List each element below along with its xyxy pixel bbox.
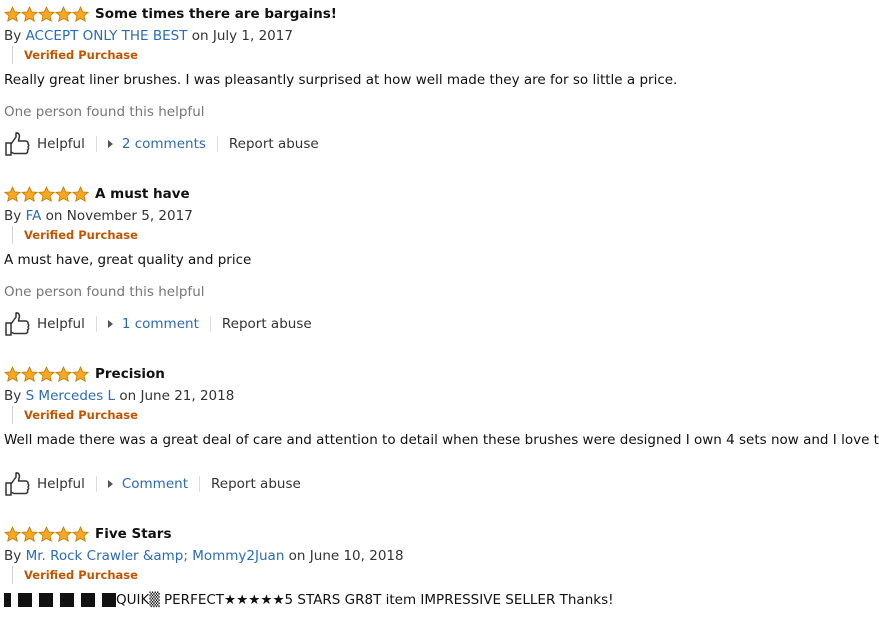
star-icon — [4, 6, 21, 23]
review-byline: By S Mercedes L on June 21, 2018 — [4, 386, 876, 406]
author-link[interactable]: S Mercedes L — [26, 388, 116, 404]
star-icon — [21, 186, 38, 203]
star-icon — [72, 186, 89, 203]
review-title[interactable]: Five Stars — [95, 526, 172, 542]
by-prefix: By — [4, 548, 22, 564]
review-title[interactable]: A must have — [95, 186, 190, 202]
review-body: QUIK▒ PERFECT★★★★★5 STARS GR8T item IMPR… — [116, 592, 614, 608]
author-link[interactable]: Mr. Rock Crawler &amp; Mommy2Juan — [26, 548, 285, 564]
star-icon — [38, 526, 55, 543]
review-date: on November 5, 2017 — [45, 208, 193, 224]
review-item: Precision By S Mercedes L on June 21, 20… — [4, 364, 879, 514]
star-icon — [4, 526, 21, 543]
divider — [209, 316, 211, 332]
author-link[interactable]: FA — [26, 208, 42, 224]
star-icon — [72, 526, 89, 543]
star-icon — [38, 186, 55, 203]
star-icon — [21, 526, 38, 543]
caret-right-icon — [107, 140, 113, 148]
caret-right-icon — [107, 480, 113, 488]
divider — [216, 136, 218, 152]
helpful-button[interactable]: Helpful — [37, 136, 85, 152]
verified-row: Verified Purchase — [12, 46, 876, 64]
by-prefix: By — [4, 208, 22, 224]
review-actions: Helpful Comment Report abuse — [4, 471, 301, 497]
star-icon — [4, 366, 21, 383]
review-title-row: Precision — [4, 364, 876, 384]
review-byline: By Mr. Rock Crawler &amp; Mommy2Juan on … — [4, 546, 876, 566]
review-byline: By FA on November 5, 2017 — [4, 206, 876, 226]
review-body: A must have, great quality and price — [4, 252, 252, 268]
star-icon — [21, 366, 38, 383]
report-abuse-link[interactable]: Report abuse — [211, 476, 301, 492]
divider — [95, 476, 97, 492]
star-icon — [72, 366, 89, 383]
review-item: Some times there are bargains! By ACCEPT… — [4, 4, 876, 174]
review-date: on June 10, 2018 — [288, 548, 404, 564]
star-icon — [55, 6, 72, 23]
verified-row: Verified Purchase — [12, 566, 876, 584]
review-body: Well made there was a great deal of care… — [4, 432, 879, 448]
star-icon — [38, 366, 55, 383]
checker-glyphs-icon — [4, 593, 116, 607]
review-byline: By ACCEPT ONLY THE BEST on July 1, 2017 — [4, 26, 876, 46]
review-title[interactable]: Precision — [95, 366, 165, 382]
author-link[interactable]: ACCEPT ONLY THE BEST — [26, 28, 188, 44]
report-abuse-link[interactable]: Report abuse — [222, 316, 312, 332]
caret-right-icon — [107, 320, 113, 328]
star-icon — [4, 186, 21, 203]
verified-row: Verified Purchase — [12, 406, 876, 424]
divider — [95, 316, 97, 332]
comments-link[interactable]: 1 comment — [122, 316, 199, 332]
comments-link[interactable]: 2 comments — [122, 136, 206, 152]
verified-purchase-badge: Verified Purchase — [24, 228, 138, 242]
helpful-button[interactable]: Helpful — [37, 316, 85, 332]
thumbs-up-icon[interactable] — [4, 311, 31, 337]
review-title-row: Five Stars — [4, 524, 876, 544]
review-actions: Helpful 1 comment Report abuse — [4, 311, 312, 337]
divider — [95, 136, 97, 152]
thumbs-up-icon[interactable] — [4, 131, 31, 157]
thumbs-up-icon[interactable] — [4, 471, 31, 497]
verified-purchase-badge: Verified Purchase — [24, 568, 138, 582]
review-date: on June 21, 2018 — [119, 388, 235, 404]
comment-link[interactable]: Comment — [122, 476, 188, 492]
review-date: on July 1, 2017 — [191, 28, 293, 44]
star-icon — [38, 6, 55, 23]
verified-row: Verified Purchase — [12, 226, 876, 244]
review-actions: Helpful 2 comments Report abuse — [4, 131, 319, 157]
helpful-count: One person found this helpful — [4, 104, 205, 120]
helpful-count: One person found this helpful — [4, 284, 205, 300]
review-body-row: QUIK▒ PERFECT★★★★★5 STARS GR8T item IMPR… — [4, 592, 614, 608]
star-rating — [4, 6, 89, 23]
by-prefix: By — [4, 28, 22, 44]
star-icon — [21, 6, 38, 23]
review-item: Five Stars By Mr. Rock Crawler &amp; Mom… — [4, 524, 876, 619]
star-rating — [4, 186, 89, 203]
star-icon — [55, 366, 72, 383]
divider — [199, 476, 200, 492]
star-icon — [55, 186, 72, 203]
report-abuse-link[interactable]: Report abuse — [229, 136, 319, 152]
star-rating — [4, 526, 89, 543]
star-rating — [4, 366, 89, 383]
verified-purchase-badge: Verified Purchase — [24, 48, 138, 62]
review-title[interactable]: Some times there are bargains! — [95, 6, 337, 22]
by-prefix: By — [4, 388, 22, 404]
verified-purchase-badge: Verified Purchase — [24, 408, 138, 422]
review-body: Really great liner brushes. I was pleasa… — [4, 72, 678, 88]
review-title-row: Some times there are bargains! — [4, 4, 876, 24]
helpful-button[interactable]: Helpful — [37, 476, 85, 492]
star-icon — [72, 6, 89, 23]
review-item: A must have By FA on November 5, 2017 Ve… — [4, 184, 876, 354]
review-title-row: A must have — [4, 184, 876, 204]
star-icon — [55, 526, 72, 543]
